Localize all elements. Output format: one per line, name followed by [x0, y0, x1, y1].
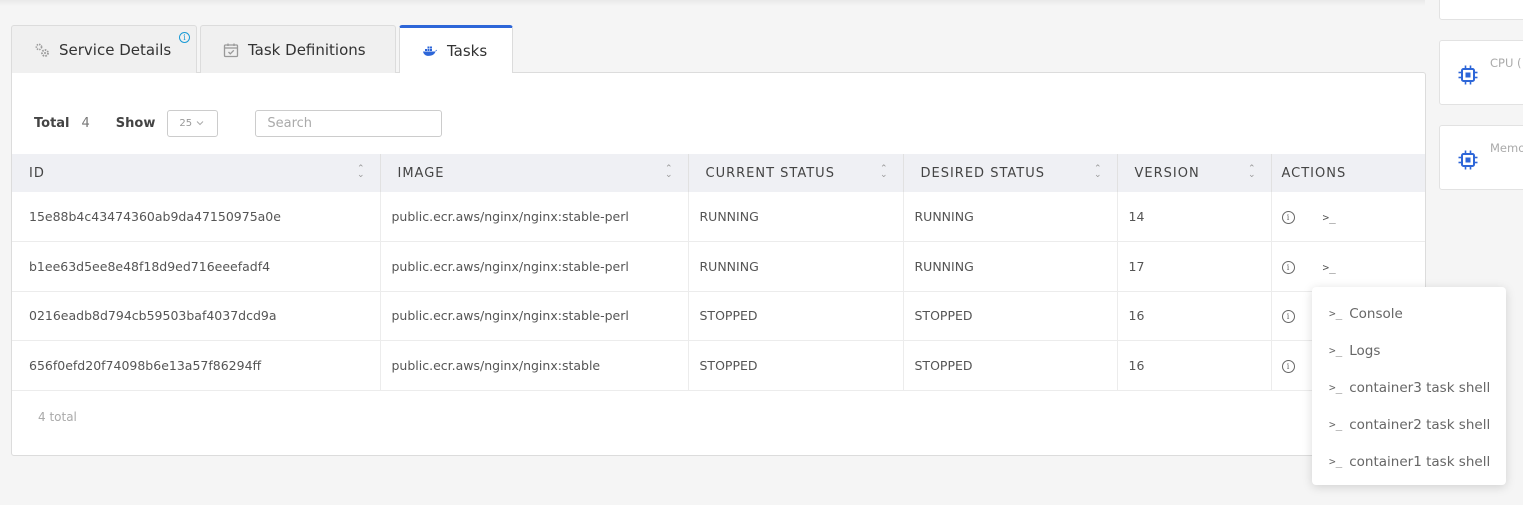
- info-icon[interactable]: i: [1281, 260, 1295, 274]
- show-label: Show: [115, 115, 156, 131]
- tasks-panel: Total 4 Show 25 ID⌃⌄ IMAGE⌃⌄ CURRENT STA…: [11, 72, 1426, 456]
- sort-icon[interactable]: ⌃ ⌄: [880, 165, 889, 180]
- cell-version: 16: [1117, 340, 1272, 390]
- info-icon[interactable]: i: [1281, 211, 1295, 224]
- gears-icon: [34, 42, 50, 58]
- tab-label: Task Definitions: [248, 40, 366, 59]
- metric-card-memory: Memo: [1439, 125, 1523, 190]
- total-label: Total: [34, 115, 70, 131]
- terminal-icon[interactable]: >_: [1323, 261, 1336, 274]
- cell-image: public.ecr.aws/nginx/nginx:stable: [380, 340, 689, 390]
- terminal-icon: >_: [1329, 307, 1343, 320]
- menu-item-container3-shell[interactable]: >_ container3 task shell: [1312, 369, 1506, 406]
- table-toolbar: Total 4 Show 25: [34, 109, 443, 137]
- column-header-actions: ACTIONS: [1281, 165, 1347, 181]
- table-row: 0216eadb8d794cb59503baf4037dcd9a public.…: [12, 291, 1425, 341]
- sort-icon[interactable]: ⌃ ⌄: [665, 165, 674, 180]
- column-header-desired-status[interactable]: DESIRED STATUS ⌃ ⌄: [903, 154, 1118, 192]
- table-header-row: ID ⌃ ⌄ IMAGE ⌃ ⌄ CURRENT STATUS ⌃ ⌄ DESIRED ST…: [12, 154, 1425, 192]
- top-bar: [0, 0, 1425, 6]
- cell-actions: i >_: [1271, 192, 1425, 242]
- info-icon[interactable]: i: [1281, 359, 1295, 373]
- sort-icon[interactable]: ⌃ ⌄: [1248, 165, 1257, 180]
- cell-image: public.ecr.aws/nginx/nginx:stable-perl: [380, 192, 689, 242]
- footer-total: 4 total: [38, 410, 77, 424]
- tab-service-details[interactable]: Service Details i: [11, 25, 197, 73]
- tasks-table: ID ⌃ ⌄ IMAGE ⌃ ⌄ CURRENT STATUS ⌃ ⌄ DESIRED ST…: [12, 154, 1425, 391]
- metric-card-cpu: CPU (: [1439, 40, 1523, 105]
- cell-id: 15e88b4c43474360ab9da47150975a0e: [12, 192, 381, 242]
- tab-label: Service Details: [59, 40, 172, 59]
- cell-current-status: RUNNING: [688, 241, 904, 291]
- cell-current-status: STOPPED: [688, 340, 904, 390]
- tab-task-definitions[interactable]: Task Definitions: [200, 25, 396, 73]
- cell-desired-status: STOPPED: [903, 291, 1118, 341]
- sort-icon[interactable]: ⌃ ⌄: [1094, 165, 1103, 180]
- table-row: 656f0efd20f74098b6e13a57f86294ff public.…: [12, 340, 1425, 390]
- info-icon[interactable]: i: [1281, 310, 1295, 324]
- terminal-icon[interactable]: >_: [1323, 211, 1336, 224]
- cell-version: 14: [1117, 192, 1272, 242]
- menu-item-container1-shell[interactable]: >_ container1 task shell: [1312, 443, 1506, 480]
- tab-tasks[interactable]: Tasks: [399, 25, 513, 73]
- menu-item-console[interactable]: >_ Console: [1312, 295, 1506, 332]
- cell-id: 0216eadb8d794cb59503baf4037dcd9a: [12, 291, 381, 341]
- menu-item-logs[interactable]: >_ Logs: [1312, 332, 1506, 369]
- cell-image: public.ecr.aws/nginx/nginx:stable-perl: [380, 291, 689, 341]
- calendar-check-icon: [223, 42, 239, 58]
- cell-actions: i >_: [1271, 242, 1425, 292]
- column-header-version[interactable]: VERSION ⌃ ⌄: [1117, 154, 1272, 192]
- search-input[interactable]: [255, 109, 443, 137]
- cell-current-status: RUNNING: [688, 192, 904, 242]
- cell-version: 17: [1117, 241, 1272, 291]
- info-icon[interactable]: i: [179, 32, 190, 43]
- cell-id: 656f0efd20f74098b6e13a57f86294ff: [12, 340, 381, 390]
- metric-card: 0: [1439, 0, 1523, 20]
- column-header-current-status[interactable]: CURRENT STATUS ⌃ ⌄: [688, 154, 904, 192]
- sort-icon[interactable]: ⌃ ⌄: [357, 165, 366, 180]
- metric-label: Memo: [1490, 141, 1523, 155]
- chevron-down-icon: [196, 118, 204, 129]
- metric-label: CPU (: [1490, 56, 1522, 70]
- cell-desired-status: RUNNING: [903, 241, 1118, 291]
- page-size-value: 25: [179, 117, 193, 129]
- page-size-select[interactable]: 25: [167, 109, 219, 137]
- terminal-icon: >_: [1329, 418, 1343, 431]
- tab-bar: Service Details i Task Definitions Tasks: [11, 25, 513, 73]
- terminal-icon: >_: [1329, 381, 1343, 394]
- cell-desired-status: RUNNING: [903, 192, 1118, 242]
- shell-dropdown-menu: >_ Console >_ Logs >_ container3 task shell…: [1312, 287, 1506, 485]
- cell-id: b1ee63d5ee8e48f18d9ed716eeefadf4: [12, 241, 381, 291]
- cpu-chip-icon: [1457, 64, 1479, 86]
- cell-desired-status: STOPPED: [903, 340, 1118, 390]
- cell-image: public.ecr.aws/nginx/nginx:stable-perl: [380, 241, 689, 291]
- docker-icon: [422, 43, 438, 59]
- column-header-id[interactable]: ID ⌃ ⌄: [12, 154, 381, 192]
- menu-item-container2-shell[interactable]: >_ container2 task shell: [1312, 406, 1506, 443]
- cpu-chip-icon: [1457, 149, 1479, 171]
- terminal-icon: >_: [1329, 344, 1343, 357]
- tab-label: Tasks: [447, 41, 488, 60]
- total-value: 4: [81, 115, 90, 131]
- column-header-image[interactable]: IMAGE ⌃ ⌄: [380, 154, 689, 192]
- table-row: b1ee63d5ee8e48f18d9ed716eeefadf4 public.…: [12, 241, 1425, 292]
- table-row: 15e88b4c43474360ab9da47150975a0e public.…: [12, 192, 1425, 242]
- terminal-icon: >_: [1329, 455, 1343, 468]
- cell-version: 16: [1117, 291, 1272, 341]
- cell-current-status: STOPPED: [688, 291, 904, 341]
